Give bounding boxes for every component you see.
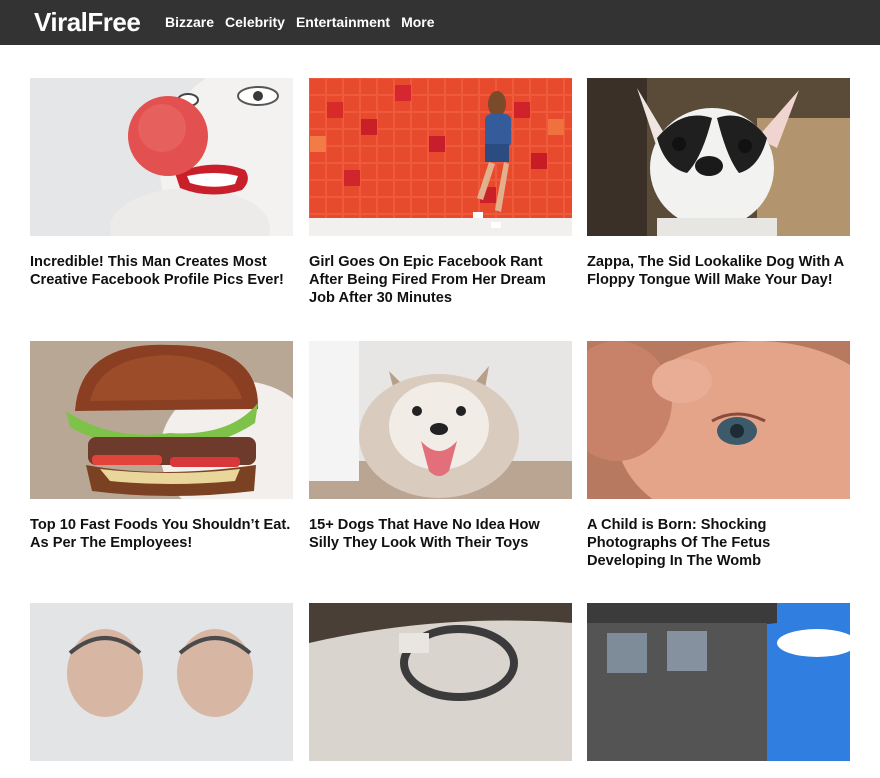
article-thumbnail-husky[interactable] — [309, 341, 572, 499]
article-card[interactable]: Girl Goes On Epic Facebook Rant After Be… — [309, 78, 572, 308]
article-title[interactable]: Zappa, The Sid Lookalike Dog With A Flop… — [587, 253, 850, 289]
article-title[interactable]: A Child is Born: Shocking Photographs Of… — [587, 516, 850, 571]
article-thumbnail-building[interactable] — [587, 603, 850, 761]
article-thumbnail-puppy[interactable] — [587, 78, 850, 236]
site-logo[interactable]: ViralFree — [34, 6, 141, 38]
article-card[interactable]: Zappa, The Sid Lookalike Dog With A Flop… — [587, 78, 850, 289]
article-title[interactable]: Incredible! This Man Creates Most Creati… — [30, 253, 293, 289]
main-nav: Bizzare Celebrity Entertainment More — [165, 13, 435, 31]
article-thumbnail-burger[interactable] — [30, 341, 293, 499]
article-card[interactable]: Incredible! This Man Creates Most Creati… — [30, 78, 293, 289]
article-thumbnail-twins[interactable] — [30, 603, 293, 761]
article-thumbnail-car[interactable] — [309, 603, 572, 761]
article-card[interactable] — [587, 603, 850, 778]
article-thumbnail-baby[interactable] — [587, 341, 850, 499]
article-card[interactable]: 15+ Dogs That Have No Idea How Silly The… — [309, 341, 572, 552]
article-card[interactable] — [30, 603, 293, 778]
nav-item-more[interactable]: More — [401, 13, 434, 31]
article-title[interactable]: Top 10 Fast Foods You Shouldn’t Eat. As … — [30, 516, 293, 552]
article-title[interactable]: Girl Goes On Epic Facebook Rant After Be… — [309, 253, 572, 308]
article-card[interactable] — [309, 603, 572, 778]
nav-item-entertainment[interactable]: Entertainment — [296, 13, 390, 31]
article-card[interactable]: Top 10 Fast Foods You Shouldn’t Eat. As … — [30, 341, 293, 552]
article-thumbnail-clown[interactable] — [30, 78, 293, 236]
top-navbar: ViralFree Bizzare Celebrity Entertainmen… — [0, 0, 880, 45]
article-thumbnail-woman-tiles[interactable] — [309, 78, 572, 236]
nav-item-celebrity[interactable]: Celebrity — [225, 13, 285, 31]
article-card[interactable]: A Child is Born: Shocking Photographs Of… — [587, 341, 850, 571]
article-title[interactable]: 15+ Dogs That Have No Idea How Silly The… — [309, 516, 572, 552]
nav-item-bizzare[interactable]: Bizzare — [165, 13, 214, 31]
